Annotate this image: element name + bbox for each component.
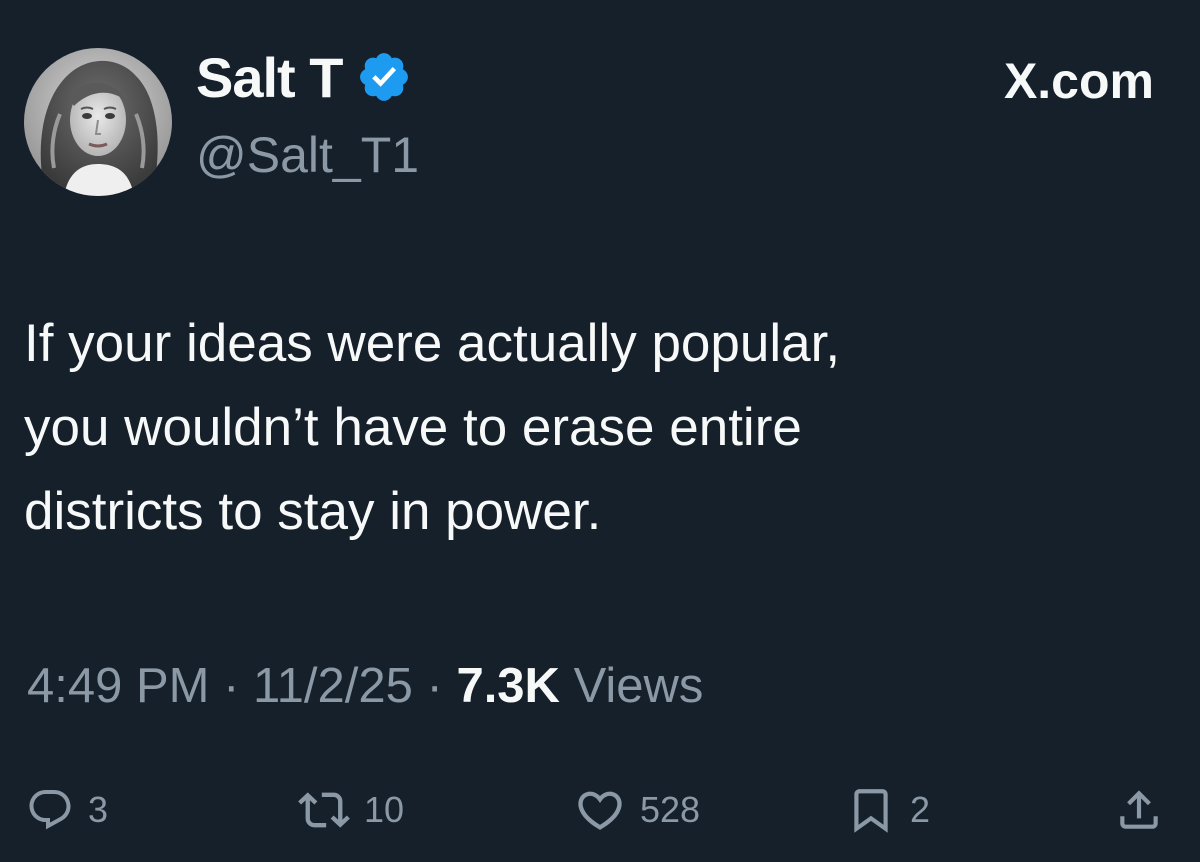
like-button[interactable]: 528 [574,780,700,840]
author-handle[interactable]: @Salt_T1 [196,126,419,184]
tweet-time[interactable]: 4:49 PM [27,659,209,713]
bookmark-button[interactable]: 2 [846,780,930,840]
repost-button[interactable]: 10 [298,780,404,840]
avatar[interactable] [24,48,172,196]
views-label[interactable]: Views [560,659,704,713]
tweet-date[interactable]: 11/2/25 [253,659,413,713]
like-count: 528 [640,789,701,830]
reply-count: 3 [88,789,109,830]
repost-icon [298,792,350,828]
share-icon [1120,790,1158,829]
action-bar: 3 10 528 2 [0,780,1200,840]
views-count[interactable]: 7.3K [456,659,560,713]
share-button[interactable] [1114,780,1164,840]
meta-separator: · [412,659,457,713]
author-name-row[interactable]: Salt T [196,45,412,109]
reply-button[interactable]: 3 [26,780,108,840]
tweet-text: If your ideas were actually popular, you… [24,314,841,541]
author-display-name[interactable]: Salt T [196,45,343,110]
profile-photo-icon [24,48,172,196]
repost-count: 10 [364,789,405,830]
tweet-meta: 4:49 PM · 11/2/25 · 7.3K Views [27,658,703,714]
verified-badge-icon[interactable] [356,49,412,105]
heart-icon [578,791,622,830]
meta-separator: · [209,659,254,713]
reply-icon [29,790,71,830]
x-com-logo: X.com [1003,53,1154,109]
bookmark-count: 2 [910,789,931,830]
bookmark-icon [854,789,888,833]
